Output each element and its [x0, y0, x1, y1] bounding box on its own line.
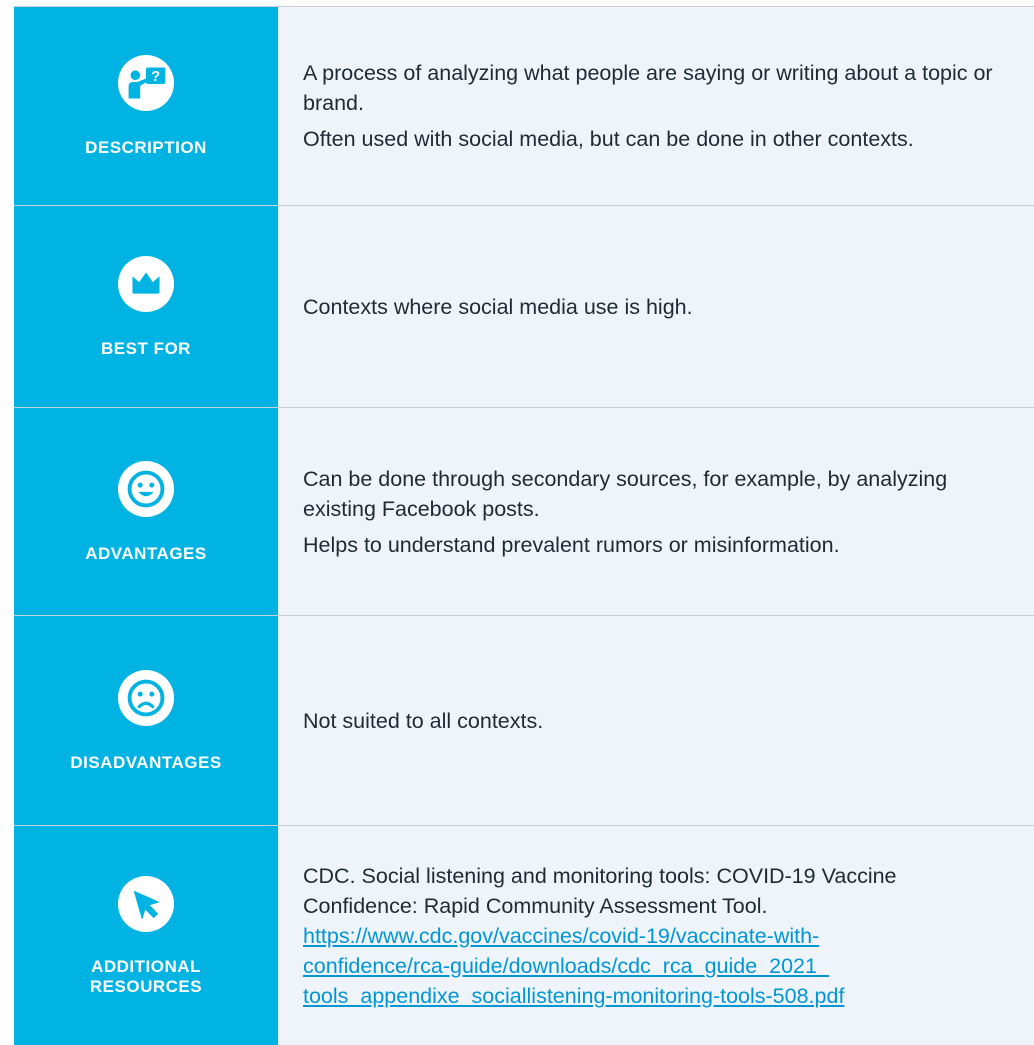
paragraph: Helps to understand prevalent rumors or …: [303, 532, 840, 557]
sad-face-icon: [117, 669, 175, 727]
content-cell-advantages: Can be done through secondary sources, f…: [278, 408, 1034, 615]
label-cell-best-for: BEST FOR: [14, 206, 278, 407]
content-cell-additional-resources: CDC. Social listening and monitoring too…: [278, 826, 1034, 1045]
label-cell-disadvantages: DISADVANTAGES: [14, 616, 278, 825]
content-cell-best-for: Contexts where social media use is high.: [278, 206, 1034, 407]
info-table: ? DESCRIPTION A process of analyzing wha…: [14, 6, 1034, 1045]
smiley-face-icon: [117, 460, 175, 518]
row-disadvantages: DISADVANTAGES Not suited to all contexts…: [14, 615, 1034, 825]
label-cell-additional-resources: ADDITIONAL RESOURCES: [14, 826, 278, 1045]
presenter-question-icon: ?: [117, 54, 175, 112]
row-advantages: ADVANTAGES Can be done through secondary…: [14, 407, 1034, 615]
paragraph: Contexts where social media use is high.: [303, 294, 693, 319]
content-cell-description: A process of analyzing what people are s…: [278, 7, 1034, 205]
row-best-for: BEST FOR Contexts where social media use…: [14, 205, 1034, 407]
row-description: ? DESCRIPTION A process of analyzing wha…: [14, 6, 1034, 205]
category-label: ADVANTAGES: [85, 543, 207, 563]
category-label-line: ADDITIONAL: [91, 956, 201, 976]
category-label: DISADVANTAGES: [70, 752, 222, 772]
resource-link[interactable]: tools_appendixe_sociallistening-monitori…: [303, 984, 844, 1008]
row-additional-resources: ADDITIONAL RESOURCES CDC. Social listeni…: [14, 825, 1034, 1045]
citation-text: CDC. Social listening and monitoring too…: [303, 863, 897, 918]
paragraph: A process of analyzing what people are s…: [303, 61, 993, 115]
label-cell-description: ? DESCRIPTION: [14, 7, 278, 205]
category-label: BEST FOR: [101, 338, 191, 358]
category-label-line: RESOURCES: [89, 976, 203, 996]
paragraph: Often used with social media, but can be…: [303, 127, 914, 151]
resource-link[interactable]: https://www.cdc.gov/vaccines/covid-19/va…: [303, 924, 819, 948]
content-cell-disadvantages: Not suited to all contexts.: [278, 616, 1034, 825]
paragraph: Can be done through secondary sources, f…: [303, 466, 948, 521]
crown-icon: [117, 255, 175, 313]
svg-text:?: ?: [151, 69, 160, 85]
cursor-arrow-icon: [117, 875, 175, 933]
category-label: DESCRIPTION: [85, 138, 207, 157]
category-label: ADDITIONAL RESOURCES: [90, 957, 202, 997]
resource-link[interactable]: confidence/rca-guide/downloads/cdc_rca_g…: [303, 954, 829, 978]
resource-link-block: https://www.cdc.gov/vaccines/covid-19/va…: [303, 921, 1006, 1011]
label-cell-advantages: ADVANTAGES: [14, 408, 278, 615]
paragraph: Not suited to all contexts.: [303, 708, 544, 733]
